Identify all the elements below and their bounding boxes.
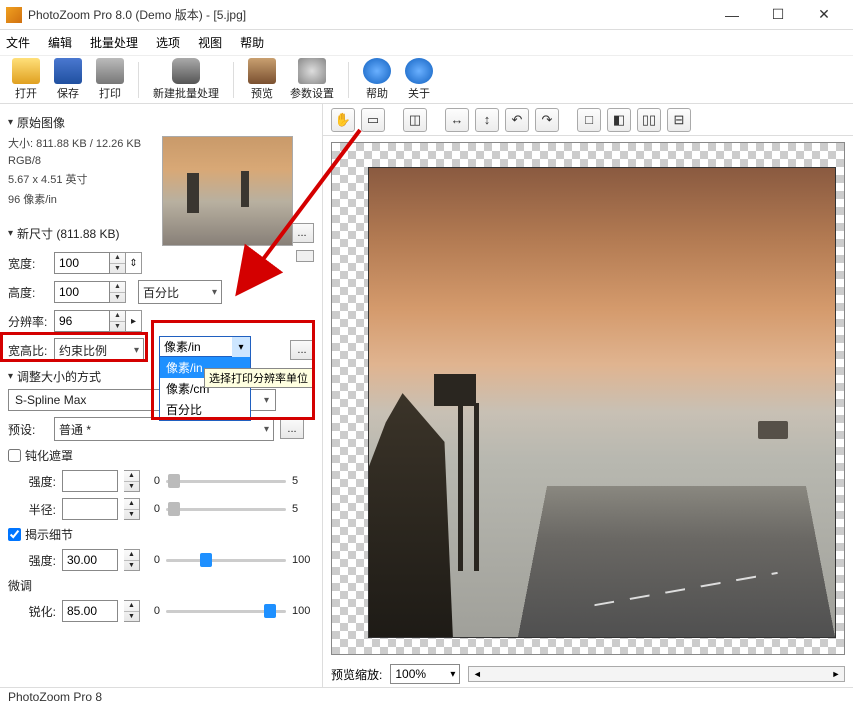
section-original[interactable]: 原始图像 <box>8 114 314 131</box>
zoom-label: 预览缩放: <box>331 666 382 683</box>
rotate-cw-icon[interactable]: ↷ <box>535 108 559 132</box>
preview-image <box>368 167 836 638</box>
rotate-ccw-icon[interactable]: ↶ <box>505 108 529 132</box>
unsharp-radius-stepper[interactable]: ▲▼ <box>124 498 140 520</box>
height-label: 高度: <box>8 284 54 301</box>
resolution-label: 分辨率: <box>8 313 54 330</box>
minimize-button[interactable]: — <box>709 0 755 30</box>
aspect-select[interactable]: 约束比例 <box>54 338 144 362</box>
width-stepper[interactable]: ▲▼ <box>110 252 126 274</box>
reveal-strength-label: 强度: <box>8 552 56 569</box>
unsharp-strength-slider[interactable] <box>166 472 286 490</box>
view-grid-icon[interactable]: ⊟ <box>667 108 691 132</box>
unsharp-strength-input[interactable] <box>62 470 118 492</box>
height-input[interactable] <box>54 281 110 303</box>
thumbnail-handle[interactable] <box>296 250 314 262</box>
sharpen-stepper[interactable]: ▲▼ <box>124 600 140 622</box>
microtune-label: 微调 <box>8 577 314 594</box>
flip-v-icon[interactable]: ↕ <box>475 108 499 132</box>
menu-options[interactable]: 选项 <box>156 34 180 51</box>
maximize-button[interactable]: ☐ <box>755 0 801 30</box>
reveal-strength-input[interactable] <box>62 549 118 571</box>
reveal-label: 揭示细节 <box>25 526 73 543</box>
view-split-v-icon[interactable]: ◧ <box>607 108 631 132</box>
print-button[interactable]: 打印 <box>92 58 128 101</box>
app-icon <box>6 7 22 23</box>
view-single-icon[interactable]: □ <box>577 108 601 132</box>
resolution-extra-icon[interactable]: ▸ <box>126 310 142 332</box>
menu-view[interactable]: 视图 <box>198 34 222 51</box>
menu-edit[interactable]: 编辑 <box>48 34 72 51</box>
unsharp-strength-stepper[interactable]: ▲▼ <box>124 470 140 492</box>
dropdown-option[interactable]: 百分比 <box>160 399 250 420</box>
unsharp-radius-input[interactable] <box>62 498 118 520</box>
about-button[interactable]: 关于 <box>401 58 437 101</box>
reveal-strength-stepper[interactable]: ▲▼ <box>124 549 140 571</box>
resolution-stepper[interactable]: ▲▼ <box>110 310 126 332</box>
aspect-label: 宽高比: <box>8 342 54 359</box>
width-input[interactable] <box>54 252 110 274</box>
section-newsize[interactable]: 新尺寸 (811.88 KB) <box>8 225 120 242</box>
unsharp-checkbox[interactable] <box>8 449 21 462</box>
unsharp-radius-slider[interactable] <box>166 500 286 518</box>
preset-menu-button[interactable]: ... <box>280 419 304 439</box>
sharpen-slider[interactable] <box>166 602 286 620</box>
menu-bar: 文件 编辑 批量处理 选项 视图 帮助 <box>0 30 853 56</box>
unit-percent-select[interactable]: 百分比 <box>138 280 222 304</box>
aspect-menu-button[interactable]: ... <box>290 340 314 360</box>
strength-label: 强度: <box>8 473 56 490</box>
hand-tool-icon[interactable]: ✋ <box>331 108 355 132</box>
preview-button[interactable]: 预览 <box>244 58 280 101</box>
unsharp-label: 钝化遮罩 <box>25 447 73 464</box>
params-button[interactable]: 参数设置 <box>286 58 338 101</box>
reveal-strength-slider[interactable] <box>166 551 286 569</box>
newsize-menu-button[interactable]: ... <box>290 223 314 243</box>
radius-label: 半径: <box>8 501 56 518</box>
open-button[interactable]: 打开 <box>8 58 44 101</box>
canvas[interactable] <box>331 142 845 655</box>
help-button[interactable]: 帮助 <box>359 58 395 101</box>
preset-label: 预设: <box>8 421 54 438</box>
chevron-down-icon[interactable]: ▾ <box>232 337 250 357</box>
menu-batch[interactable]: 批量处理 <box>90 34 138 51</box>
tooltip: 选择打印分辨率单位 <box>204 368 313 388</box>
window-title: PhotoZoom Pro 8.0 (Demo 版本) - [5.jpg] <box>28 6 709 23</box>
menu-help[interactable]: 帮助 <box>240 34 264 51</box>
height-stepper[interactable]: ▲▼ <box>110 281 126 303</box>
save-button[interactable]: 保存 <box>50 58 86 101</box>
flip-h-icon[interactable]: ↔ <box>445 108 469 132</box>
view-split-h-icon[interactable]: ▯▯ <box>637 108 661 132</box>
marquee-tool-icon[interactable]: ▭ <box>361 108 385 132</box>
width-label: 宽度: <box>8 255 54 272</box>
close-button[interactable]: ✕ <box>801 0 847 30</box>
sharpen-label: 锐化: <box>8 603 56 620</box>
menu-file[interactable]: 文件 <box>6 34 30 51</box>
sharpen-input[interactable] <box>62 600 118 622</box>
main-toolbar: 打开 保存 打印 新建批量处理 预览 参数设置 帮助 关于 <box>0 56 853 104</box>
status-bar: PhotoZoom Pro 8 <box>0 687 853 707</box>
preview-toolbar: ✋ ▭ ◫ ↔ ↕ ↶ ↷ □ ◧ ▯▯ ⊟ <box>323 104 853 136</box>
crop-tool-icon[interactable]: ◫ <box>403 108 427 132</box>
resolution-input[interactable] <box>54 310 110 332</box>
reveal-checkbox[interactable] <box>8 528 21 541</box>
width-lock-icon[interactable]: ⇕ <box>126 252 142 274</box>
preview-area: ✋ ▭ ◫ ↔ ↕ ↶ ↷ □ ◧ ▯▯ ⊟ 预览 <box>322 104 853 687</box>
new-batch-button[interactable]: 新建批量处理 <box>149 58 223 101</box>
zoom-select[interactable]: 100% <box>390 664 460 684</box>
h-scrollbar[interactable]: ◄► <box>468 666 845 682</box>
thumbnail[interactable] <box>162 136 293 246</box>
